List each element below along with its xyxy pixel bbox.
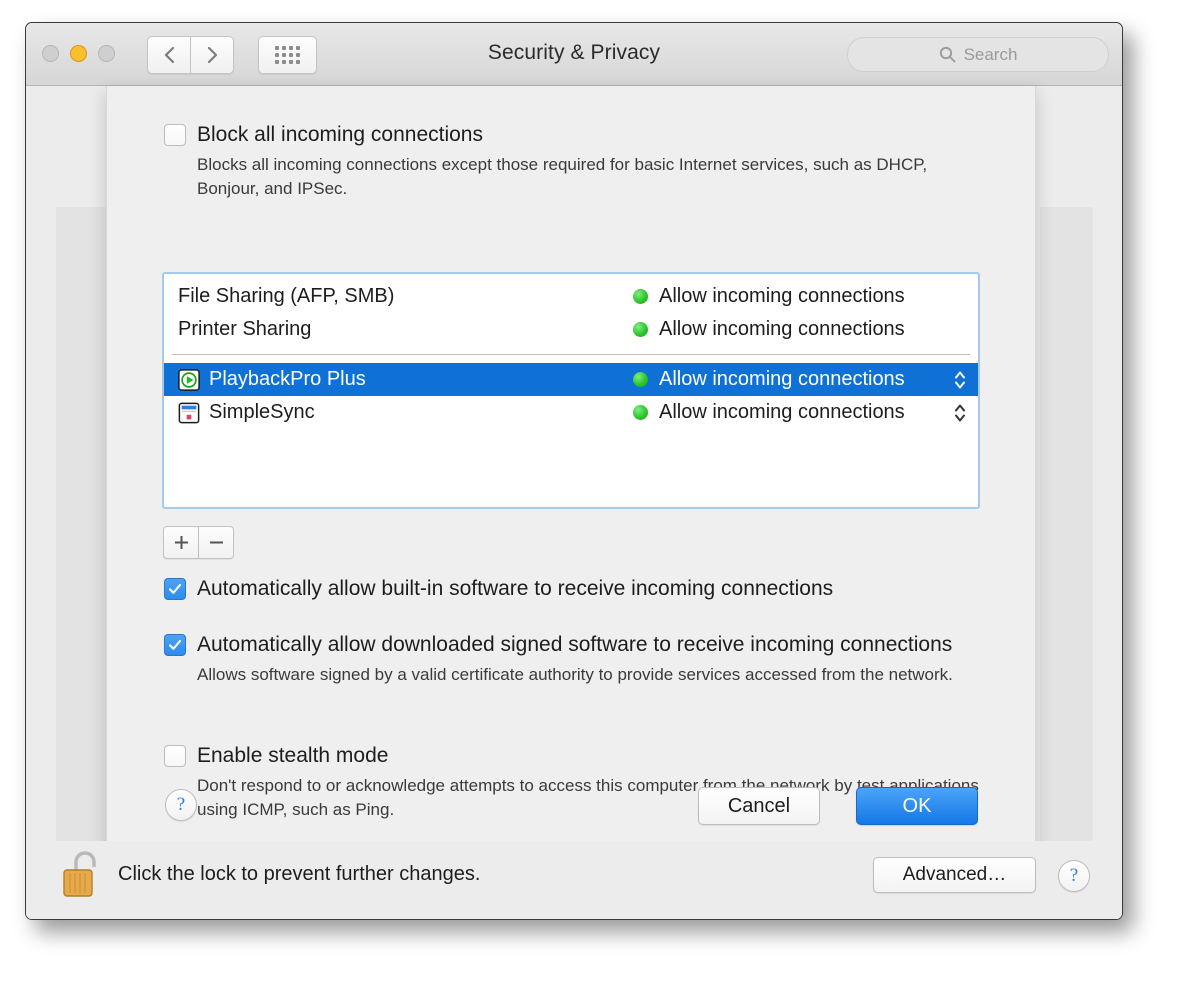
list-item-status: Allow incoming connections [633, 368, 978, 391]
list-item-name-wrap: PlaybackPro Plus [178, 368, 633, 391]
ok-button[interactable]: OK [856, 787, 978, 825]
auto-signed-description: Allows software signed by a valid certif… [197, 665, 953, 684]
window-help-label: ? [1069, 865, 1079, 886]
status-dot-icon [633, 289, 648, 304]
plus-icon [174, 536, 188, 549]
block-all-label: Block all incoming connections [197, 123, 483, 146]
auto-signed-checkbox[interactable] [164, 634, 186, 656]
list-item[interactable]: Printer Sharing Allow incoming connectio… [164, 313, 978, 346]
stealth-mode-checkbox-row[interactable]: Enable stealth mode [164, 743, 1002, 768]
list-item-name-wrap: SimpleSync [178, 401, 633, 424]
chevron-updown-icon [955, 371, 965, 388]
preference-bottom-bar: Click the lock to prevent further change… [26, 841, 1122, 919]
auto-signed-checkbox-row[interactable]: Automatically allow downloaded signed so… [164, 632, 997, 657]
window-body: Block all incoming connections Blocks al… [26, 86, 1122, 919]
list-item[interactable]: PlaybackPro Plus Allow incoming connecti… [164, 363, 978, 396]
security-privacy-window: Security & Privacy Search Block all inco… [25, 22, 1123, 920]
list-item-name: SimpleSync [209, 401, 315, 423]
list-item-status-text: Allow incoming connections [659, 285, 905, 307]
auto-signed-label: Automatically allow downloaded signed so… [197, 633, 953, 656]
advanced-button[interactable]: Advanced… [873, 857, 1036, 893]
lock-status-text: Click the lock to prevent further change… [118, 863, 481, 885]
list-item-status: Allow incoming connections [633, 318, 978, 341]
auto-signed-row: Automatically allow downloaded signed so… [164, 632, 997, 687]
checkmark-icon [168, 583, 182, 594]
sheet-help-button[interactable]: ? [165, 789, 197, 821]
status-dot-icon [633, 372, 648, 387]
list-separator [172, 354, 970, 355]
list-item-name: PlaybackPro Plus [209, 368, 366, 390]
block-all-row: Block all incoming connections Blocks al… [164, 122, 987, 201]
playbackpro-app-icon [178, 368, 200, 391]
list-item-status-text: Allow incoming connections [659, 401, 905, 423]
auto-builtin-label: Automatically allow built-in software to… [197, 577, 834, 600]
checkmark-icon [168, 639, 182, 650]
chevron-updown-icon [955, 404, 965, 421]
sheet-footer: ? Cancel OK [107, 785, 1035, 825]
list-item-status-text: Allow incoming connections [659, 318, 905, 340]
search-field[interactable]: Search [847, 37, 1109, 72]
block-all-description: Blocks all incoming connections except t… [197, 155, 928, 198]
firewall-app-list[interactable]: File Sharing (AFP, SMB) Allow incoming c… [162, 272, 980, 509]
list-item-status-text: Allow incoming connections [659, 368, 905, 390]
background-pane-left [56, 207, 109, 910]
list-item-name: Printer Sharing [178, 318, 312, 340]
auto-builtin-checkbox-row[interactable]: Automatically allow built-in software to… [164, 576, 833, 601]
status-dot-icon [633, 322, 648, 337]
minus-icon [209, 541, 223, 544]
search-placeholder: Search [963, 44, 1018, 64]
lock-button[interactable] [59, 849, 105, 901]
list-controls [163, 526, 234, 559]
block-all-checkbox[interactable] [164, 124, 186, 146]
list-item[interactable]: File Sharing (AFP, SMB) Allow incoming c… [164, 280, 978, 313]
background-pane-right [1040, 207, 1093, 910]
list-item-name: File Sharing (AFP, SMB) [178, 285, 395, 307]
auto-builtin-row: Automatically allow built-in software to… [164, 576, 833, 601]
window-titlebar: Security & Privacy Search [26, 23, 1122, 86]
simplesync-app-icon [178, 402, 200, 423]
list-item-stepper[interactable] [953, 401, 967, 425]
remove-app-button[interactable] [199, 526, 234, 559]
cancel-button[interactable]: Cancel [698, 787, 820, 825]
block-all-checkbox-row[interactable]: Block all incoming connections [164, 122, 987, 147]
screenshot-canvas: Security & Privacy Search Block all inco… [0, 0, 1192, 984]
search-icon [939, 46, 955, 63]
firewall-options-sheet: Block all incoming connections Blocks al… [106, 86, 1036, 854]
status-dot-icon [633, 405, 648, 420]
add-app-button[interactable] [163, 526, 199, 559]
stealth-mode-label: Enable stealth mode [197, 744, 389, 767]
list-item[interactable]: SimpleSync Allow incoming connections [164, 396, 978, 429]
sheet-help-label: ? [176, 794, 186, 815]
stealth-mode-checkbox[interactable] [164, 745, 186, 767]
unlocked-padlock-icon [63, 851, 96, 897]
window-help-button[interactable]: ? [1058, 860, 1090, 892]
list-item-status: Allow incoming connections [633, 285, 978, 308]
list-item-stepper[interactable] [953, 368, 967, 392]
list-item-status: Allow incoming connections [633, 401, 978, 424]
auto-builtin-checkbox[interactable] [164, 578, 186, 600]
